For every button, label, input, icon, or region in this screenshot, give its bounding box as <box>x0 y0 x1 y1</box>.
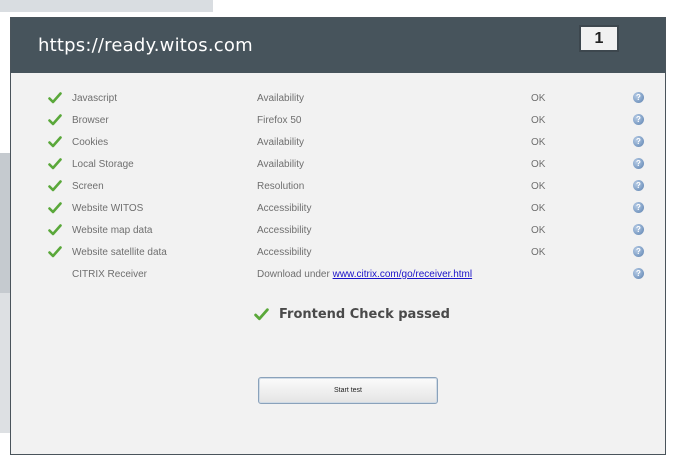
check-status: OK <box>531 203 546 214</box>
check-row-browser: Browser Firefox 50 OK ? <box>11 110 665 132</box>
check-icon <box>48 158 62 170</box>
check-icon <box>48 136 62 148</box>
check-icon <box>48 224 62 236</box>
check-type: Availability <box>257 137 305 148</box>
start-test-button[interactable]: Start test <box>258 377 438 404</box>
check-icon <box>48 92 62 104</box>
check-name: Screen <box>72 181 104 192</box>
url-label: https://ready.witos.com <box>38 35 253 56</box>
help-icon[interactable]: ? <box>633 268 644 279</box>
check-icon <box>254 308 269 321</box>
check-type: Availability <box>257 159 305 170</box>
help-icon[interactable]: ? <box>633 114 644 125</box>
background-panel-left <box>0 153 10 293</box>
check-type: Accessibility <box>257 203 312 214</box>
check-result: Frontend Check passed <box>254 307 450 322</box>
check-name: Javascript <box>72 93 118 104</box>
check-row-javascript: Javascript Availability OK ? <box>11 88 665 110</box>
help-icon[interactable]: ? <box>633 246 644 257</box>
check-status: OK <box>531 93 546 104</box>
background-panel-top <box>0 0 213 12</box>
window-titlebar: https://ready.witos.com <box>11 18 665 73</box>
help-icon[interactable]: ? <box>633 158 644 169</box>
help-icon[interactable]: ? <box>633 92 644 103</box>
check-name: Local Storage <box>72 159 134 170</box>
check-type: Availability <box>257 93 305 104</box>
citrix-download-link[interactable]: www.citrix.com/go/receiver.html <box>333 269 472 280</box>
check-status: OK <box>531 181 546 192</box>
check-type: Accessibility <box>257 225 312 236</box>
check-icon <box>48 202 62 214</box>
page: https://ready.witos.com Javascript Avail… <box>0 0 676 460</box>
check-type: Firefox 50 <box>257 115 302 126</box>
check-row-website-witos: Website WITOS Accessibility OK ? <box>11 198 665 220</box>
check-row-website-satellite-data: Website satellite data Accessibility OK … <box>11 242 665 264</box>
check-name: Website WITOS <box>72 203 144 214</box>
help-icon[interactable]: ? <box>633 180 644 191</box>
citrix-download-text: Download under www.citrix.com/go/receive… <box>257 269 472 280</box>
check-icon <box>48 114 62 126</box>
check-panel: Javascript Availability OK ? Browser Fir… <box>11 73 665 454</box>
check-status: OK <box>531 247 546 258</box>
check-status: OK <box>531 225 546 236</box>
check-name: CITRIX Receiver <box>72 269 148 280</box>
check-result-text: Frontend Check passed <box>279 307 450 322</box>
check-name: Cookies <box>72 137 109 148</box>
help-icon[interactable]: ? <box>633 202 644 213</box>
help-icon[interactable]: ? <box>633 136 644 147</box>
check-row-citrix-receiver: CITRIX Receiver Download under www.citri… <box>11 264 665 286</box>
check-name: Website satellite data <box>72 247 167 258</box>
check-type: Accessibility <box>257 247 312 258</box>
step-badge: 1 <box>579 25 619 52</box>
citrix-download-label: Download under <box>257 269 330 280</box>
check-row-cookies: Cookies Availability OK ? <box>11 132 665 154</box>
check-row-screen: Screen Resolution OK ? <box>11 176 665 198</box>
check-status: OK <box>531 137 546 148</box>
check-icon <box>48 246 62 258</box>
check-icon <box>48 180 62 192</box>
background-panel-left-lower <box>0 293 10 433</box>
check-status: OK <box>531 115 546 126</box>
check-status: OK <box>531 159 546 170</box>
browser-window: https://ready.witos.com Javascript Avail… <box>10 17 666 455</box>
check-name: Website map data <box>72 225 153 236</box>
check-row-website-map-data: Website map data Accessibility OK ? <box>11 220 665 242</box>
check-type: Resolution <box>257 181 305 192</box>
help-icon[interactable]: ? <box>633 224 644 235</box>
check-name: Browser <box>72 115 109 126</box>
check-row-local-storage: Local Storage Availability OK ? <box>11 154 665 176</box>
